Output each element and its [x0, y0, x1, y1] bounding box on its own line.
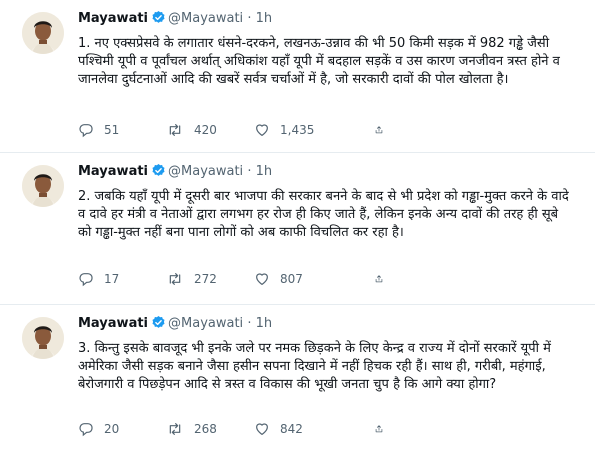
- timestamp[interactable]: 1h: [256, 164, 273, 179]
- tweet-text: 1. नए एक्सप्रेसवे के लगातार धंसने-दरकने,…: [78, 36, 560, 87]
- avatar[interactable]: [22, 12, 64, 54]
- tweet-header: Mayawati @Mayawati · 1h: [78, 10, 575, 31]
- author-handle[interactable]: @Mayawati: [168, 164, 243, 179]
- heart-icon: [256, 423, 268, 435]
- verified-badge-icon: [151, 315, 166, 336]
- share-icon: [375, 425, 383, 433]
- tweet-actions: 51 420 1,435: [78, 121, 575, 139]
- avatar[interactable]: [22, 165, 64, 207]
- retweet-button[interactable]: 420: [166, 122, 254, 138]
- reply-icon: [79, 273, 93, 287]
- retweet-count: 272: [194, 272, 217, 286]
- separator-dot: ·: [247, 316, 252, 331]
- author-handle[interactable]: @Mayawati: [168, 11, 243, 26]
- reply-icon: [79, 423, 93, 437]
- timestamp[interactable]: 1h: [256, 11, 273, 26]
- tweet-actions: 17 272 807: [78, 270, 575, 288]
- like-count: 1,435: [280, 123, 315, 137]
- share-button[interactable]: [374, 271, 394, 287]
- reply-count: 20: [104, 422, 120, 436]
- heart-icon: [256, 124, 268, 136]
- separator-dot: ·: [247, 11, 252, 26]
- reply-count: 17: [104, 272, 120, 286]
- retweet-icon: [169, 423, 181, 435]
- reply-icon: [79, 124, 93, 138]
- like-count: 807: [280, 272, 303, 286]
- reply-button[interactable]: 20: [78, 421, 166, 437]
- share-button[interactable]: [374, 421, 394, 437]
- like-button[interactable]: 807: [254, 271, 374, 287]
- like-count: 842: [280, 422, 303, 436]
- tweet-text: 2. जबकि यहाँ यूपी में दूसरी बार भाजपा की…: [78, 189, 569, 240]
- like-button[interactable]: 842: [254, 421, 374, 437]
- author-name[interactable]: Mayawati: [78, 164, 148, 179]
- retweet-count: 268: [194, 422, 217, 436]
- share-icon: [375, 275, 383, 283]
- reply-button[interactable]: 17: [78, 271, 166, 287]
- reply-button[interactable]: 51: [78, 122, 166, 138]
- tweet[interactable]: Mayawati @Mayawati · 1h 1. नए एक्सप्रेसवे…: [0, 0, 595, 153]
- retweet-icon: [169, 124, 181, 136]
- author-name[interactable]: Mayawati: [78, 316, 148, 331]
- tweet[interactable]: Mayawati @Mayawati · 1h 2. जबकि यहाँ यूपी…: [0, 153, 595, 305]
- reply-count: 51: [104, 123, 120, 137]
- like-button[interactable]: 1,435: [254, 122, 374, 138]
- tweet-text: 3. किन्तु इसके बावजूद भी इनके जले पर नमक…: [78, 341, 551, 392]
- verified-badge-icon: [151, 163, 166, 184]
- tweet-actions: 20 268 842: [78, 420, 575, 438]
- author-name[interactable]: Mayawati: [78, 11, 148, 26]
- heart-icon: [256, 273, 268, 285]
- author-handle[interactable]: @Mayawati: [168, 316, 243, 331]
- tweet-header: Mayawati @Mayawati · 1h: [78, 315, 575, 336]
- share-button[interactable]: [374, 122, 394, 138]
- separator-dot: ·: [247, 164, 252, 179]
- retweet-button[interactable]: 268: [166, 421, 254, 437]
- verified-badge-icon: [151, 10, 166, 31]
- share-icon: [375, 126, 383, 134]
- retweet-icon: [169, 273, 181, 285]
- retweet-button[interactable]: 272: [166, 271, 254, 287]
- tweet-header: Mayawati @Mayawati · 1h: [78, 163, 575, 184]
- tweet[interactable]: Mayawati @Mayawati · 1h 3. किन्तु इसके बा…: [0, 305, 595, 457]
- avatar[interactable]: [22, 317, 64, 359]
- timestamp[interactable]: 1h: [256, 316, 273, 331]
- retweet-count: 420: [194, 123, 217, 137]
